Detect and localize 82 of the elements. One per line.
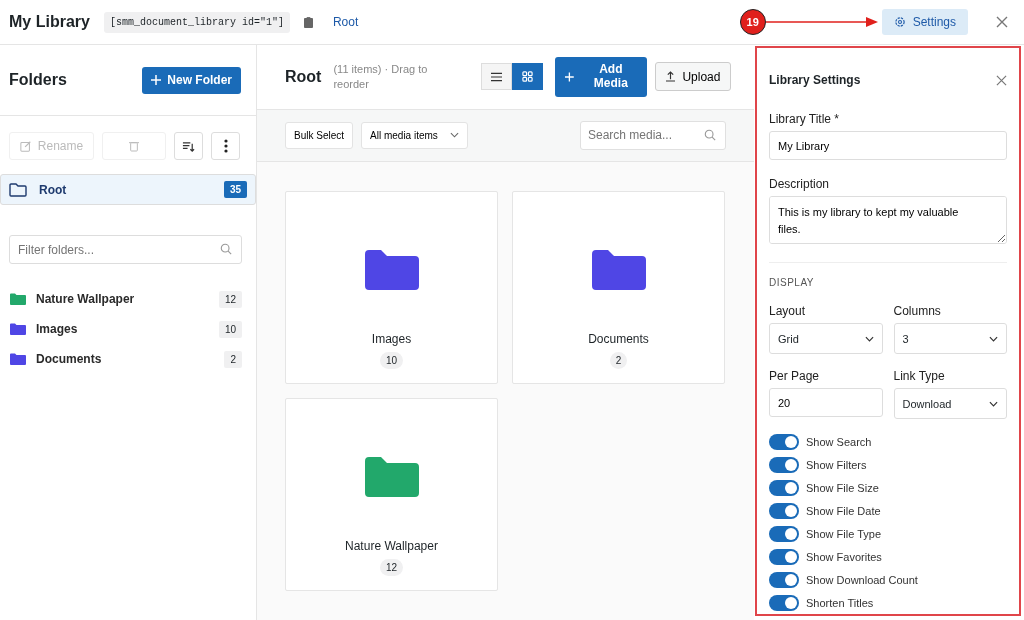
grid-view-button[interactable] bbox=[512, 63, 544, 91]
close-icon[interactable] bbox=[996, 74, 1007, 86]
search-icon bbox=[704, 128, 716, 141]
breadcrumb-link[interactable]: Root bbox=[332, 15, 359, 29]
toggle-switch[interactable] bbox=[769, 526, 799, 542]
upload-icon bbox=[666, 71, 676, 83]
section-heading: DISPLAY bbox=[769, 277, 815, 288]
field-label: Layout bbox=[769, 304, 807, 318]
close-icon[interactable] bbox=[996, 16, 1008, 28]
toggle-switch[interactable] bbox=[769, 549, 799, 565]
toggle-label: Show Filters bbox=[806, 459, 867, 471]
folder-item[interactable]: Nature Wallpaper 12 bbox=[0, 284, 256, 314]
layout-select[interactable]: Grid bbox=[769, 323, 883, 354]
trash-icon bbox=[129, 140, 139, 152]
item-count: 10 bbox=[379, 352, 404, 369]
item-count: 2 bbox=[609, 352, 628, 369]
toggle-switch[interactable] bbox=[769, 595, 799, 611]
field-label: Link Type bbox=[893, 369, 946, 383]
folder-item[interactable]: Documents 2 bbox=[0, 344, 256, 374]
items-info: (11 items) · Drag to reorder bbox=[333, 62, 429, 92]
toggle-label: Show File Size bbox=[806, 482, 879, 494]
toggle-switch[interactable] bbox=[769, 480, 799, 496]
search-icon bbox=[220, 243, 232, 255]
field-label: Description bbox=[769, 177, 831, 191]
settings-button[interactable]: Settings bbox=[881, 9, 968, 35]
folder-card[interactable]: Images 10 bbox=[285, 191, 498, 384]
shortcode-label: [smm_document_library id="1"] bbox=[103, 11, 290, 33]
library-title: My Library bbox=[9, 13, 90, 31]
folders-heading: Folders bbox=[9, 71, 67, 89]
more-button[interactable] bbox=[211, 132, 240, 160]
toggle-label: Show Download Count bbox=[806, 574, 918, 586]
plus-icon bbox=[151, 75, 162, 85]
toggle-switch[interactable] bbox=[769, 434, 799, 450]
folder-icon bbox=[9, 182, 27, 197]
folder-card[interactable]: Nature Wallpaper 12 bbox=[285, 398, 498, 591]
edit-icon bbox=[19, 140, 32, 152]
upload-button[interactable]: Upload bbox=[655, 62, 732, 92]
bulk-select-button[interactable]: Bulk Select bbox=[285, 121, 354, 149]
toggle-switch[interactable] bbox=[769, 572, 799, 588]
chevron-down-icon bbox=[989, 400, 998, 407]
gear-icon bbox=[893, 16, 906, 28]
link-type-select[interactable]: Download bbox=[893, 388, 1007, 419]
toggle-label: Shorten Titles bbox=[806, 597, 874, 609]
search-field[interactable]: Search media... bbox=[580, 120, 726, 150]
title-input[interactable]: My Library bbox=[769, 131, 1007, 160]
list-icon bbox=[491, 71, 503, 82]
folder-heading: Root bbox=[285, 67, 322, 86]
toggle-label: Show Favorites bbox=[806, 551, 882, 563]
sort-button[interactable] bbox=[174, 132, 203, 160]
new-folder-button[interactable]: New Folder bbox=[142, 66, 241, 94]
chevron-down-icon bbox=[449, 132, 459, 139]
folder-name: Images bbox=[371, 332, 412, 346]
list-view-button[interactable] bbox=[481, 63, 513, 91]
description-input[interactable]: This is my library to kept my valuable files. bbox=[769, 196, 1007, 244]
toggle-label: Show File Type bbox=[806, 528, 881, 540]
plus-icon bbox=[565, 71, 575, 82]
add-media-button[interactable]: Add Media bbox=[555, 56, 648, 97]
field-label: Per Page bbox=[769, 369, 821, 383]
chevron-down-icon bbox=[864, 335, 874, 342]
clipboard-icon[interactable] bbox=[303, 16, 313, 28]
root-folder-item[interactable]: Root 35 bbox=[0, 174, 256, 205]
callout-badge: 19 bbox=[739, 9, 766, 35]
media-type-dropdown[interactable]: All media items bbox=[361, 121, 468, 149]
field-label: Library Title * bbox=[769, 112, 841, 126]
toggle-label: Show Search bbox=[806, 436, 872, 448]
columns-select[interactable]: 3 bbox=[893, 323, 1007, 354]
toggle-switch[interactable] bbox=[769, 457, 799, 473]
folder-card[interactable]: Documents 2 bbox=[512, 191, 725, 384]
folder-name: Documents bbox=[588, 332, 649, 346]
folder-item[interactable]: Images 10 bbox=[0, 314, 256, 344]
per-page-input[interactable]: 20 bbox=[769, 388, 883, 417]
toggle-switch[interactable] bbox=[769, 503, 799, 519]
sort-icon bbox=[182, 139, 195, 153]
filter-field[interactable]: Filter folders... bbox=[9, 235, 242, 264]
toggle-label: Show File Date bbox=[806, 505, 881, 517]
grid-icon bbox=[522, 71, 534, 83]
folder-name: Nature Wallpaper bbox=[345, 539, 438, 553]
field-label: Columns bbox=[893, 304, 942, 318]
item-count: 12 bbox=[379, 559, 404, 576]
more-icon bbox=[223, 139, 228, 153]
panel-title: Library Settings bbox=[769, 73, 861, 87]
chevron-down-icon bbox=[989, 335, 998, 342]
